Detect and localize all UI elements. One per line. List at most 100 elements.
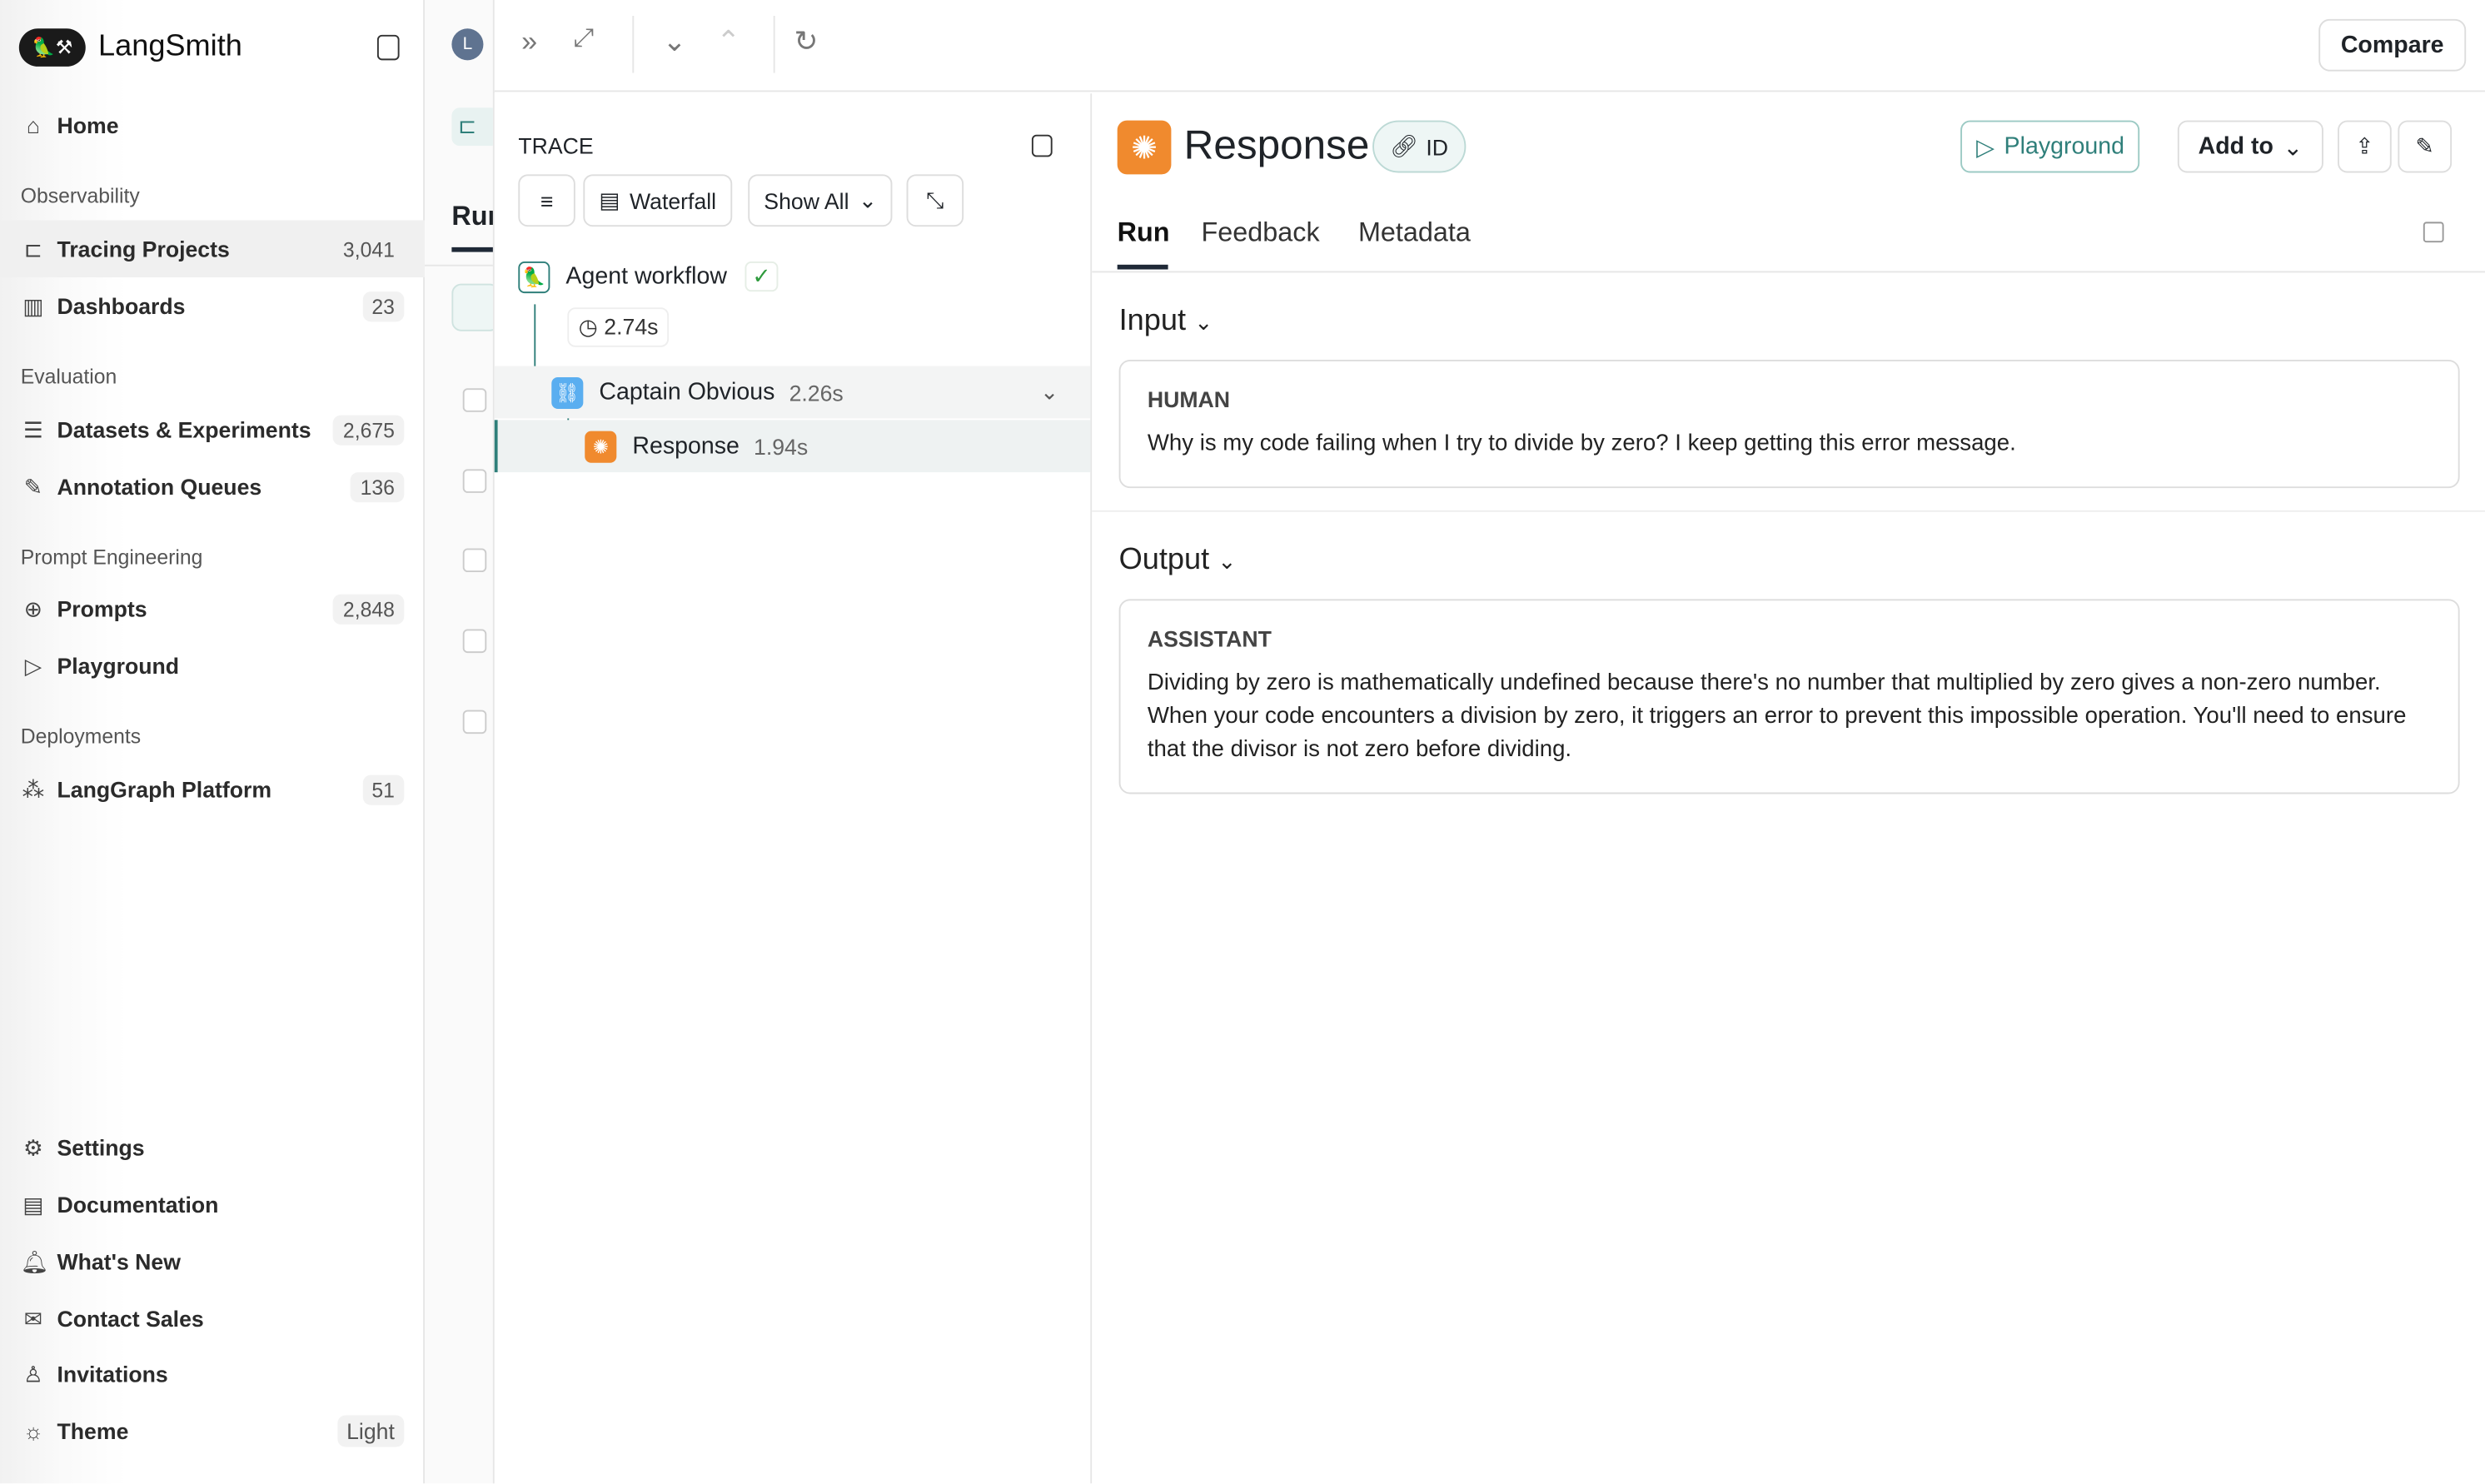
database-icon: ☰ bbox=[23, 416, 43, 442]
sidebar-item-home[interactable]: ⌂ Home bbox=[0, 97, 425, 154]
run-title: Response bbox=[1183, 120, 1370, 168]
parrot-icon: 🦜 bbox=[518, 261, 550, 293]
chevron-down-icon[interactable]: ⌄ bbox=[1040, 379, 1058, 406]
tracing-icon[interactable]: ⊏ bbox=[451, 107, 493, 147]
add-to-dropdown[interactable]: Add to ⌄ bbox=[2177, 120, 2324, 173]
graph-icon: ⁂ bbox=[22, 775, 45, 802]
sidebar-item-settings[interactable]: ⚙ Settings bbox=[0, 1119, 425, 1177]
fullscreen-icon[interactable]: ⤢ bbox=[574, 25, 594, 53]
run-detail-panel: ✺ Response 🔗︎ ID ▷ Playground Add to ⌄ ⇪ ✎ … bbox=[1092, 93, 2485, 1484]
sidebar-item-theme[interactable]: ☼ Theme Light bbox=[0, 1402, 425, 1460]
label: Contact Sales bbox=[57, 1306, 204, 1332]
langsmith-logo-icon: 🦜⚒ bbox=[18, 28, 86, 67]
sidebar-item-tracing-projects[interactable]: ⊏ Tracing Projects 3,041 bbox=[0, 220, 426, 278]
label: Home bbox=[57, 112, 119, 138]
duration-badge: ◷ 2.74s bbox=[567, 307, 670, 347]
link-icon: 🔗︎ bbox=[1390, 132, 1418, 159]
label: Playground bbox=[2004, 132, 2124, 161]
trace-node-captain-obvious[interactable]: ⛓ Captain Obvious 2.26s ⌄ bbox=[494, 366, 1091, 419]
sidebar-item-dashboards[interactable]: ▥ Dashboards 23 bbox=[0, 277, 425, 335]
panel-toggle-icon[interactable] bbox=[1031, 134, 1053, 157]
node-name: Agent workflow bbox=[565, 262, 727, 291]
label: Settings bbox=[57, 1134, 145, 1161]
tab-metadata[interactable]: Metadata bbox=[1358, 217, 1471, 249]
panel-toggle-icon[interactable] bbox=[2423, 222, 2444, 243]
sidebar-item-datasets[interactable]: ☰ Datasets & Experiments 2,675 bbox=[0, 401, 425, 458]
success-check-icon: ✓ bbox=[744, 261, 779, 292]
sidebar-item-documentation[interactable]: ▤ Documentation bbox=[0, 1176, 425, 1233]
duration: 1.94s bbox=[754, 433, 809, 459]
output-section-toggle[interactable]: Output ⌄ bbox=[1119, 544, 1237, 579]
brain-icon: ✺ bbox=[585, 430, 617, 462]
message-role: HUMAN bbox=[1147, 386, 1231, 412]
count: 2,848 bbox=[333, 593, 405, 624]
chain-link-icon: ⛓ bbox=[551, 376, 584, 409]
sidebar-toggle-icon[interactable] bbox=[376, 34, 400, 61]
sidebar-item-playground[interactable]: ▷ Playground bbox=[0, 637, 425, 695]
compare-button[interactable]: Compare bbox=[2318, 18, 2467, 72]
show-all-dropdown[interactable]: Show All ⌄ bbox=[748, 174, 894, 227]
share-button[interactable]: ⇪ bbox=[2338, 120, 2392, 173]
sidebar-item-langgraph[interactable]: ⁂ LangGraph Platform 51 bbox=[0, 760, 425, 818]
input-section-toggle[interactable]: Input ⌄ bbox=[1119, 304, 1213, 339]
home-icon: ⌂ bbox=[26, 112, 41, 138]
pencil-icon: ✎ bbox=[2415, 132, 2434, 159]
message-role: ASSISTANT bbox=[1147, 625, 1272, 652]
sidebar-item-whats-new[interactable]: 🔔︎ What's New bbox=[0, 1233, 425, 1291]
label: Show All bbox=[764, 187, 849, 213]
label: Add to bbox=[2198, 132, 2273, 161]
mail-icon: ✉ bbox=[23, 1305, 43, 1331]
row-checkbox[interactable] bbox=[462, 469, 487, 493]
logo[interactable]: 🦜⚒ LangSmith bbox=[18, 28, 242, 67]
sidebar-item-contact-sales[interactable]: ✉ Contact Sales bbox=[0, 1290, 425, 1347]
brain-icon: ✺ bbox=[1117, 120, 1172, 175]
sidebar-item-annotation-queues[interactable]: ✎ Annotation Queues 136 bbox=[0, 458, 425, 515]
chevron-down-icon: ⌄ bbox=[1194, 309, 1213, 335]
expand-panel-icon[interactable]: » bbox=[521, 25, 537, 58]
section-evaluation: Evaluation bbox=[20, 364, 117, 389]
top-bar: » ⤢ ⌄ ⌃ ↻ Compare bbox=[494, 0, 2485, 92]
section-observability: Observability bbox=[20, 183, 140, 208]
duration: 2.74s bbox=[604, 313, 659, 340]
filter-button[interactable]: ≡ bbox=[518, 174, 575, 227]
tab-runs[interactable]: Run bbox=[451, 202, 492, 233]
count: 3,041 bbox=[342, 237, 395, 261]
output-message-card: ASSISTANT Dividing by zero is mathematic… bbox=[1118, 599, 2460, 794]
tab-run[interactable]: Run bbox=[1118, 217, 1170, 249]
label: LangGraph Platform bbox=[57, 776, 272, 802]
node-name: Captain Obvious bbox=[599, 378, 775, 406]
copy-id-button[interactable]: 🔗︎ ID bbox=[1372, 120, 1466, 173]
node-name: Response bbox=[632, 432, 740, 460]
heading: Output bbox=[1118, 543, 1210, 577]
count: 51 bbox=[361, 774, 405, 804]
play-icon: ▷ bbox=[1976, 133, 1995, 162]
trace-node-agent-workflow[interactable]: 🦜 Agent workflow ✓ bbox=[495, 251, 1091, 303]
row-checkbox[interactable] bbox=[462, 548, 487, 573]
label: ID bbox=[1426, 133, 1449, 160]
row-checkbox[interactable] bbox=[462, 388, 487, 412]
message-text: Dividing by zero is mathematically undef… bbox=[1147, 670, 2407, 763]
sidebar-item-prompts[interactable]: ⊕ Prompts 2,848 bbox=[0, 580, 425, 638]
section-deployments: Deployments bbox=[20, 724, 142, 749]
row-checkbox[interactable] bbox=[462, 710, 487, 735]
filter-button[interactable] bbox=[451, 283, 493, 331]
playground-button[interactable]: ▷ Playground bbox=[1960, 120, 2141, 173]
sidebar-item-invitations[interactable]: ♙ Invitations bbox=[0, 1346, 425, 1403]
trace-node-response[interactable]: ✺ Response 1.94s bbox=[494, 420, 1091, 473]
avatar[interactable]: L bbox=[451, 28, 484, 61]
theme-value[interactable]: Light bbox=[336, 1415, 405, 1447]
play-icon: ▷ bbox=[24, 652, 42, 678]
chevron-down-icon: ⌄ bbox=[2283, 133, 2303, 162]
row-checkbox[interactable] bbox=[462, 629, 487, 654]
chevron-down-icon[interactable]: ⌄ bbox=[662, 25, 686, 58]
trace-panel: TRACE ≡ ▤ Waterfall Show All ⌄ ⤡ 🦜 Agent w… bbox=[494, 93, 1093, 1484]
prompt-icon: ⊕ bbox=[23, 595, 43, 621]
chevron-down-icon: ⌄ bbox=[1218, 548, 1237, 574]
collapse-button[interactable]: ⤡ bbox=[906, 174, 964, 227]
chevron-up-icon[interactable]: ⌃ bbox=[716, 25, 740, 58]
tab-feedback[interactable]: Feedback bbox=[1202, 217, 1320, 249]
edit-button[interactable]: ✎ bbox=[2398, 120, 2453, 173]
input-message-card: HUMAN Why is my code failing when I try … bbox=[1118, 360, 2460, 489]
waterfall-button[interactable]: ▤ Waterfall bbox=[583, 174, 733, 227]
refresh-icon[interactable]: ↻ bbox=[794, 25, 818, 58]
